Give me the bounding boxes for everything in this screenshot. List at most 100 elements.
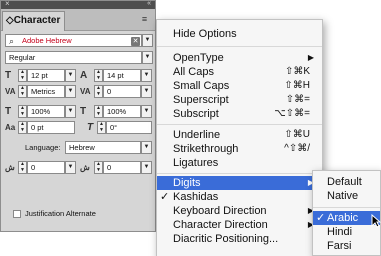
submenu-arrow-icon: ▶: [307, 53, 314, 62]
font-family-input[interactable]: Adobe Hebrew: [5, 34, 142, 47]
vertical-scale-icon: T: [5, 106, 12, 117]
diacritic-y-icon: ش: [80, 163, 90, 172]
menu-item-label: Hide Options: [173, 28, 237, 40]
skew-stepper[interactable]: ▲ ▼: [97, 121, 106, 134]
diacritic-y-input[interactable]: 0: [103, 161, 141, 174]
shortcut-label: ⇧⌘H: [284, 80, 310, 91]
language-label: Language:: [25, 143, 61, 152]
horizontal-scale-dropdown-arrow-icon[interactable]: ▼: [141, 105, 152, 118]
submenu-item-native[interactable]: Native: [313, 189, 380, 203]
panel-title-strip: × «: [1, 0, 155, 9]
leading-input[interactable]: 14 pt: [103, 69, 141, 82]
font-style-dropdown-arrow-icon[interactable]: ▼: [142, 51, 153, 64]
vertical-scale-dropdown-arrow-icon[interactable]: ▼: [65, 105, 76, 118]
checkmark-icon: ✓: [160, 191, 170, 203]
digits-submenu: Default Native ✓ Arabic Hindi Farsi: [312, 170, 381, 256]
leading-dropdown-arrow-icon[interactable]: ▼: [141, 69, 152, 82]
clear-icon[interactable]: ✕: [131, 37, 140, 46]
justification-alternate-checkbox[interactable]: [13, 210, 21, 218]
menu-item-superscript[interactable]: Superscript ⇧⌘=: [157, 93, 322, 107]
submenu-item-hindi[interactable]: Hindi: [313, 225, 380, 239]
panel-menu-icon[interactable]: ≡: [138, 14, 151, 25]
font-size-dropdown-arrow-icon[interactable]: ▼: [65, 69, 76, 82]
menu-separator: [157, 46, 322, 47]
menu-item-label: Character Direction: [173, 219, 268, 231]
horizontal-scale-input[interactable]: 100%: [103, 105, 141, 118]
shortcut-label: ⇧⌘=: [285, 94, 310, 105]
language-dropdown-arrow-icon[interactable]: ▼: [141, 141, 152, 154]
skew-icon: T: [87, 122, 94, 133]
search-icon: ⌕: [9, 36, 15, 46]
submenu-item-arabic[interactable]: ✓ Arabic: [313, 211, 380, 225]
menu-item-label: Diacritic Positioning...: [173, 233, 279, 245]
menu-item-label: Keyboard Direction: [173, 205, 267, 217]
baseline-shift-icon: Aa: [5, 123, 16, 132]
shortcut-label: ⇧⌘U: [284, 129, 310, 140]
horizontal-scale-stepper[interactable]: ▲ ▼: [94, 105, 103, 118]
diacritic-x-dropdown-arrow-icon[interactable]: ▼: [65, 161, 76, 174]
menu-item-character-direction[interactable]: Character Direction ▶: [157, 218, 322, 232]
diacritic-x-stepper[interactable]: ▲ ▼: [18, 161, 27, 174]
menu-item-strikethrough[interactable]: Strikethrough ^⇧⌘/: [157, 142, 322, 156]
panel-options-menu: Hide Options OpenType ▶ All Caps ⇧⌘K Small…: [156, 19, 323, 256]
submenu-item-default[interactable]: Default: [313, 175, 380, 189]
vertical-scale-input[interactable]: 100%: [27, 105, 65, 118]
language-select[interactable]: Hebrew: [65, 141, 141, 154]
tracking-input[interactable]: 0: [103, 85, 141, 98]
diacritic-y-dropdown-arrow-icon[interactable]: ▼: [141, 161, 152, 174]
menu-item-underline[interactable]: Underline ⇧⌘U: [157, 128, 322, 142]
menu-item-label: Superscript: [173, 94, 229, 106]
leading-icon: A: [80, 70, 88, 81]
skew-input[interactable]: 0°: [106, 121, 152, 134]
tracking-dropdown-arrow-icon[interactable]: ▼: [141, 85, 152, 98]
menu-separator: [157, 124, 322, 125]
menu-item-hide-options[interactable]: Hide Options: [157, 27, 322, 41]
menu-item-subscript[interactable]: Subscript ⌥⇧⌘=: [157, 107, 322, 121]
menu-item-kashidas[interactable]: ✓ Kashidas: [157, 190, 322, 204]
menu-item-label: Digits: [173, 177, 201, 189]
menu-item-diacritic-positioning[interactable]: Diacritic Positioning...: [157, 232, 322, 246]
kerning-icon: VA: [5, 87, 16, 96]
menu-separator: [157, 173, 322, 174]
mouse-pointer-icon: [371, 214, 381, 228]
menu-item-keyboard-direction[interactable]: Keyboard Direction ▶: [157, 204, 322, 218]
menu-item-label: Strikethrough: [173, 143, 239, 155]
menu-item-ligatures[interactable]: Ligatures: [157, 156, 322, 170]
diacritic-x-input[interactable]: 0: [27, 161, 65, 174]
vertical-scale-stepper[interactable]: ▲ ▼: [18, 105, 27, 118]
tracking-icon: VA: [80, 87, 91, 96]
leading-stepper[interactable]: ▲ ▼: [94, 69, 103, 82]
menu-item-all-caps[interactable]: All Caps ⇧⌘K: [157, 65, 322, 79]
baseline-shift-input[interactable]: 0 pt: [27, 121, 75, 134]
baseline-shift-stepper[interactable]: ▲ ▼: [18, 121, 27, 134]
font-style-select[interactable]: Regular: [5, 51, 142, 64]
tab-character[interactable]: ◇Character: [2, 11, 65, 31]
panel-tab-row: ◇Character ≡: [1, 9, 155, 31]
font-size-stepper[interactable]: ▲ ▼: [18, 69, 27, 82]
menu-item-label: Subscript: [173, 108, 219, 120]
submenu-item-label: Arabic: [327, 212, 359, 224]
font-size-icon: T: [5, 70, 12, 81]
shortcut-label: ⌥⇧⌘=: [274, 108, 310, 119]
shortcut-label: ⇧⌘K: [284, 66, 310, 77]
menu-item-label: Kashidas: [173, 191, 219, 203]
kerning-select[interactable]: Metrics: [27, 85, 65, 98]
shortcut-label: ^⇧⌘/: [284, 143, 310, 154]
menu-item-digits[interactable]: Digits ▶: [157, 176, 322, 190]
horizontal-scale-icon: T: [80, 106, 87, 117]
menu-item-small-caps[interactable]: Small Caps ⇧⌘H: [157, 79, 322, 93]
kerning-dropdown-arrow-icon[interactable]: ▼: [65, 85, 76, 98]
menu-separator: [313, 207, 380, 208]
justification-alternate-label: Justification Alternate: [25, 209, 96, 218]
diacritic-x-icon: ش: [5, 163, 15, 172]
font-size-input[interactable]: 12 pt: [27, 69, 65, 82]
tracking-stepper[interactable]: ▲ ▼: [94, 85, 103, 98]
diacritic-y-stepper[interactable]: ▲ ▼: [94, 161, 103, 174]
kerning-stepper[interactable]: ▲ ▼: [18, 85, 27, 98]
menu-item-opentype[interactable]: OpenType ▶: [157, 51, 322, 65]
font-family-dropdown-arrow-icon[interactable]: ▼: [142, 34, 153, 47]
menu-item-label: Small Caps: [173, 80, 230, 92]
character-panel: × « ◇Character ≡ Adobe Hebrew ⌕ ✕ ▼ Regu…: [0, 0, 156, 232]
submenu-item-farsi[interactable]: Farsi: [313, 239, 380, 253]
menu-item-label: OpenType: [173, 52, 224, 64]
